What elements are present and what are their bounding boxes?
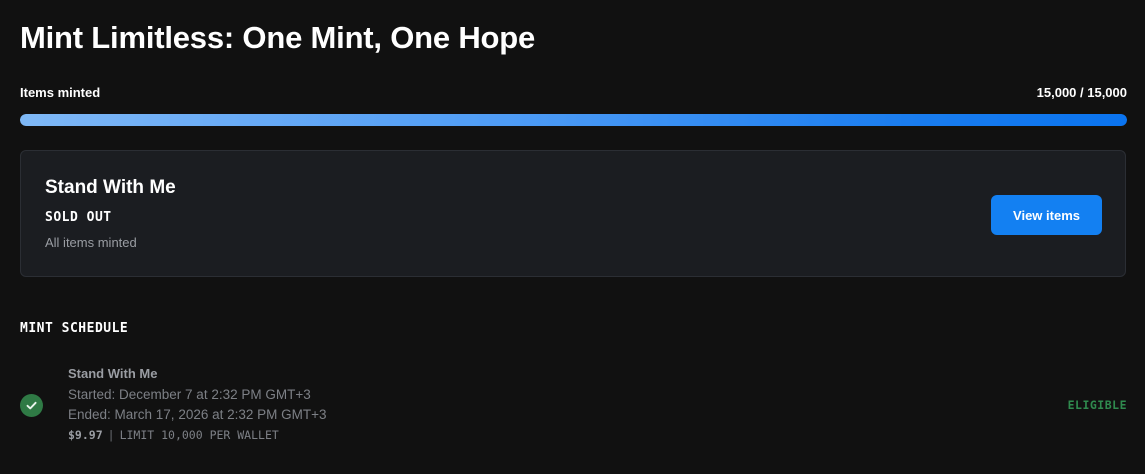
progress-label: Items minted	[20, 84, 101, 100]
stage-name: Stand With Me	[45, 177, 176, 198]
eligible-badge: ELIGIBLE	[1067, 398, 1127, 412]
schedule-ended: Ended: March 17, 2026 at 2:32 PM GMT+3	[68, 407, 327, 422]
progress-bar-fill	[20, 114, 1127, 126]
check-circle-icon	[20, 394, 43, 417]
schedule-limit: LIMIT 10,000 PER WALLET	[119, 428, 279, 442]
progress-header: Items minted 15,000 / 15,000	[20, 83, 1127, 101]
view-items-button[interactable]: View items	[991, 195, 1102, 235]
progress-bar	[20, 114, 1127, 126]
schedule-row: Stand With Me Started: December 7 at 2:3…	[20, 362, 1127, 452]
stage-status: SOLD OUT	[45, 210, 112, 225]
schedule-stage-name: Stand With Me	[68, 366, 158, 381]
schedule-separator: |	[107, 428, 115, 442]
current-stage-card: Stand With Me SOLD OUT All items minted …	[20, 150, 1126, 277]
stage-subtext: All items minted	[45, 235, 137, 250]
progress-count: 15,000 / 15,000	[1036, 84, 1127, 100]
mint-schedule-heading: MINT SCHEDULE	[20, 321, 129, 336]
page-title: Mint Limitless: One Mint, One Hope	[20, 20, 536, 55]
schedule-price-line: $9.97 | LIMIT 10,000 PER WALLET	[68, 428, 279, 442]
schedule-started: Started: December 7 at 2:32 PM GMT+3	[68, 387, 311, 402]
schedule-price: $9.97	[68, 428, 103, 442]
